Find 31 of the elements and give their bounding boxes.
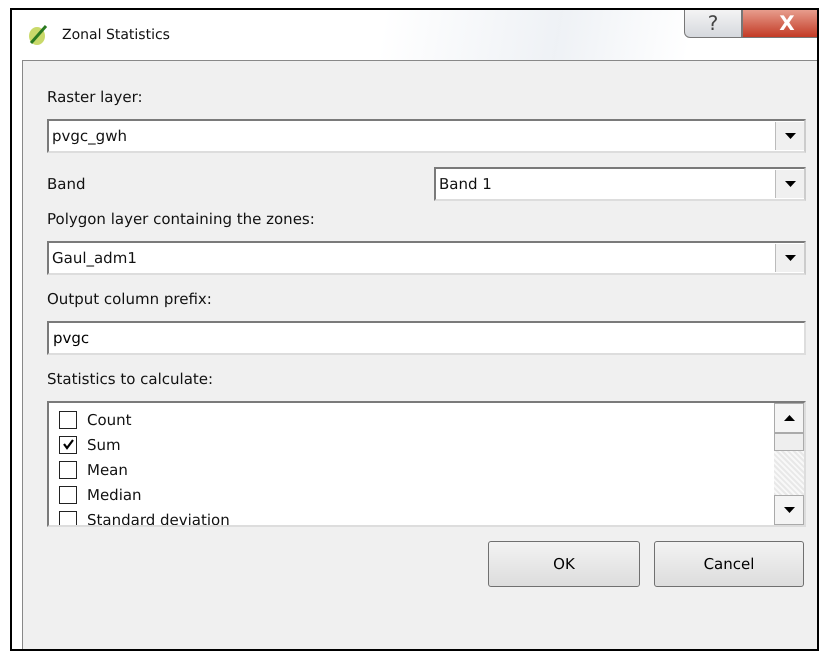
polygon-layer-dropdown[interactable]: Gaul_adm1	[47, 241, 806, 275]
statistic-option[interactable]: Sum	[87, 436, 121, 454]
app-icon	[29, 25, 48, 45]
statistic-option[interactable]: Mean	[87, 460, 128, 478]
checkbox[interactable]	[59, 436, 77, 454]
scrollbar[interactable]	[774, 403, 804, 525]
cancel-button[interactable]: Cancel	[654, 541, 804, 587]
caret-icon	[784, 255, 796, 261]
help-button[interactable]: ?	[684, 10, 742, 38]
statistic-option[interactable]: Median	[87, 486, 142, 504]
statistic-option[interactable]: Count	[87, 410, 132, 428]
field-label: Raster layer:	[47, 87, 143, 107]
checkbox[interactable]	[59, 460, 77, 478]
caret-icon	[784, 181, 796, 187]
checkbox[interactable]	[59, 410, 77, 428]
scroll-thumb[interactable]	[774, 433, 804, 451]
up-arrow-icon	[784, 415, 794, 421]
field-label: Polygon layer containing the zones:	[47, 209, 315, 229]
down-arrow-icon	[784, 507, 794, 513]
field-label: Statistics to calculate:	[47, 369, 214, 389]
caret-icon	[784, 133, 796, 139]
ok-button[interactable]: OK	[488, 541, 640, 587]
prefix-field[interactable]: pvgc	[47, 321, 806, 355]
checkbox[interactable]	[59, 486, 77, 504]
window-title: Zonal Statistics	[62, 27, 170, 43]
raster-layer-dropdown[interactable]: pvgc_gwh	[47, 119, 806, 153]
statistic-option[interactable]: Standard deviation	[87, 510, 230, 525]
field-label: Band	[47, 174, 86, 194]
band-dropdown[interactable]: Band 1	[434, 167, 806, 201]
checkbox[interactable]	[59, 510, 77, 525]
field-label: Output column prefix:	[47, 289, 212, 309]
